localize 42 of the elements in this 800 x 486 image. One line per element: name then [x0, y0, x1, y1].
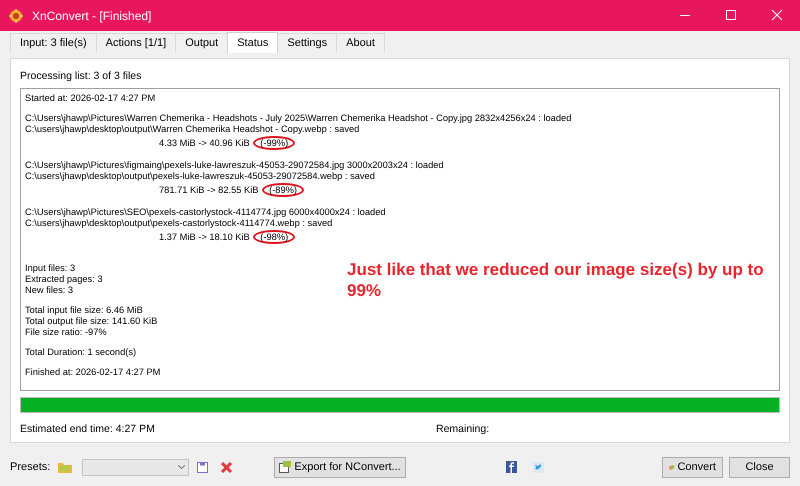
facebook-icon[interactable] [506, 461, 517, 473]
log-line: Input files: 3 [25, 263, 76, 274]
tab[interactable]: About [336, 33, 385, 52]
presets-label: Presets: [10, 461, 50, 473]
twitter-icon[interactable] [533, 462, 544, 472]
log-line: C:\users\jhawp\desktop\output\Warren Chemerika Headshot - Copy.webp : saved [25, 124, 360, 135]
save-icon[interactable] [197, 462, 208, 472]
preset-dropdown[interactable] [82, 458, 190, 476]
export-button[interactable]: Export for NConvert... [274, 456, 406, 478]
close-button[interactable]: Close [729, 456, 790, 478]
circled-ratio: (-98%) [253, 230, 296, 244]
tab[interactable]: Input: 3 file(s) [10, 33, 97, 52]
log-line: Extracted pages: 3 [25, 274, 103, 285]
circled-ratio: (-99%) [253, 136, 296, 150]
log-line: Total Duration: 1 second(s) [25, 347, 136, 358]
log-line: C:\Users\jhawp\Pictures\figmaing\pexels-luke-lawreszuk-45053-29072584.jpg 3000x2003x24 : loaded [25, 160, 444, 171]
log-line: Total output file size: 141.60 KiB [25, 316, 158, 327]
delete-icon[interactable] [221, 462, 232, 472]
size-change-text: 781.71 KiB -> 82.55 KiB [159, 185, 258, 195]
log-line: C:\users\jhawp\desktop\output\pexels-castorlystock-4114774.webp : saved [25, 218, 332, 229]
log-line: Started at: 2026-02-17 4:27 PM [25, 93, 156, 104]
log-line: Total input file size: 6.46 MiB [25, 305, 143, 316]
processing-list-label: Processing list: 3 of 3 files [20, 70, 142, 84]
annotation-text: Just like that we reduced our image size(s) by up to 99% [347, 259, 765, 301]
log-line: Finished at: 2026-02-17 4:27 PM [25, 367, 160, 378]
folder-icon[interactable] [58, 462, 72, 472]
convert-button[interactable]: Convert [662, 456, 723, 478]
estimated-end-time: Estimated end time: 4:27 PM [20, 423, 156, 435]
size-change-text: 4.33 MiB -> 40.96 KiB [159, 138, 250, 148]
window-title: XnConvert - [Finished] [32, 8, 152, 22]
tab[interactable]: Status [227, 32, 278, 53]
log-line: C:\users\jhawp\desktop\output\pexels-luke-lawreszuk-45053-29072584.webp : saved [25, 171, 375, 182]
log-line: File size ratio: -97% [25, 327, 107, 338]
log-line: C:\Users\jhawp\Pictures\SEO\pexels-castorlystock-4114774.jpg 6000x4000x24 : loaded [25, 207, 386, 218]
log-line: C:\Users\jhawp\Pictures\Warren Chemerika - Headshots - July 2025\Warren Chemerika Headshot - Copy.jpg 2832x4256x24 : loaded [25, 113, 572, 124]
log-line: New files: 3 [25, 285, 74, 296]
app-logo-icon [8, 8, 24, 24]
export-icon [279, 461, 292, 473]
chevron-down-icon [178, 465, 186, 469]
remaining-label: Remaining: [436, 423, 490, 435]
size-change-text: 1.37 MiB -> 18.10 KiB [159, 232, 250, 242]
circled-ratio: (-89%) [262, 183, 304, 197]
